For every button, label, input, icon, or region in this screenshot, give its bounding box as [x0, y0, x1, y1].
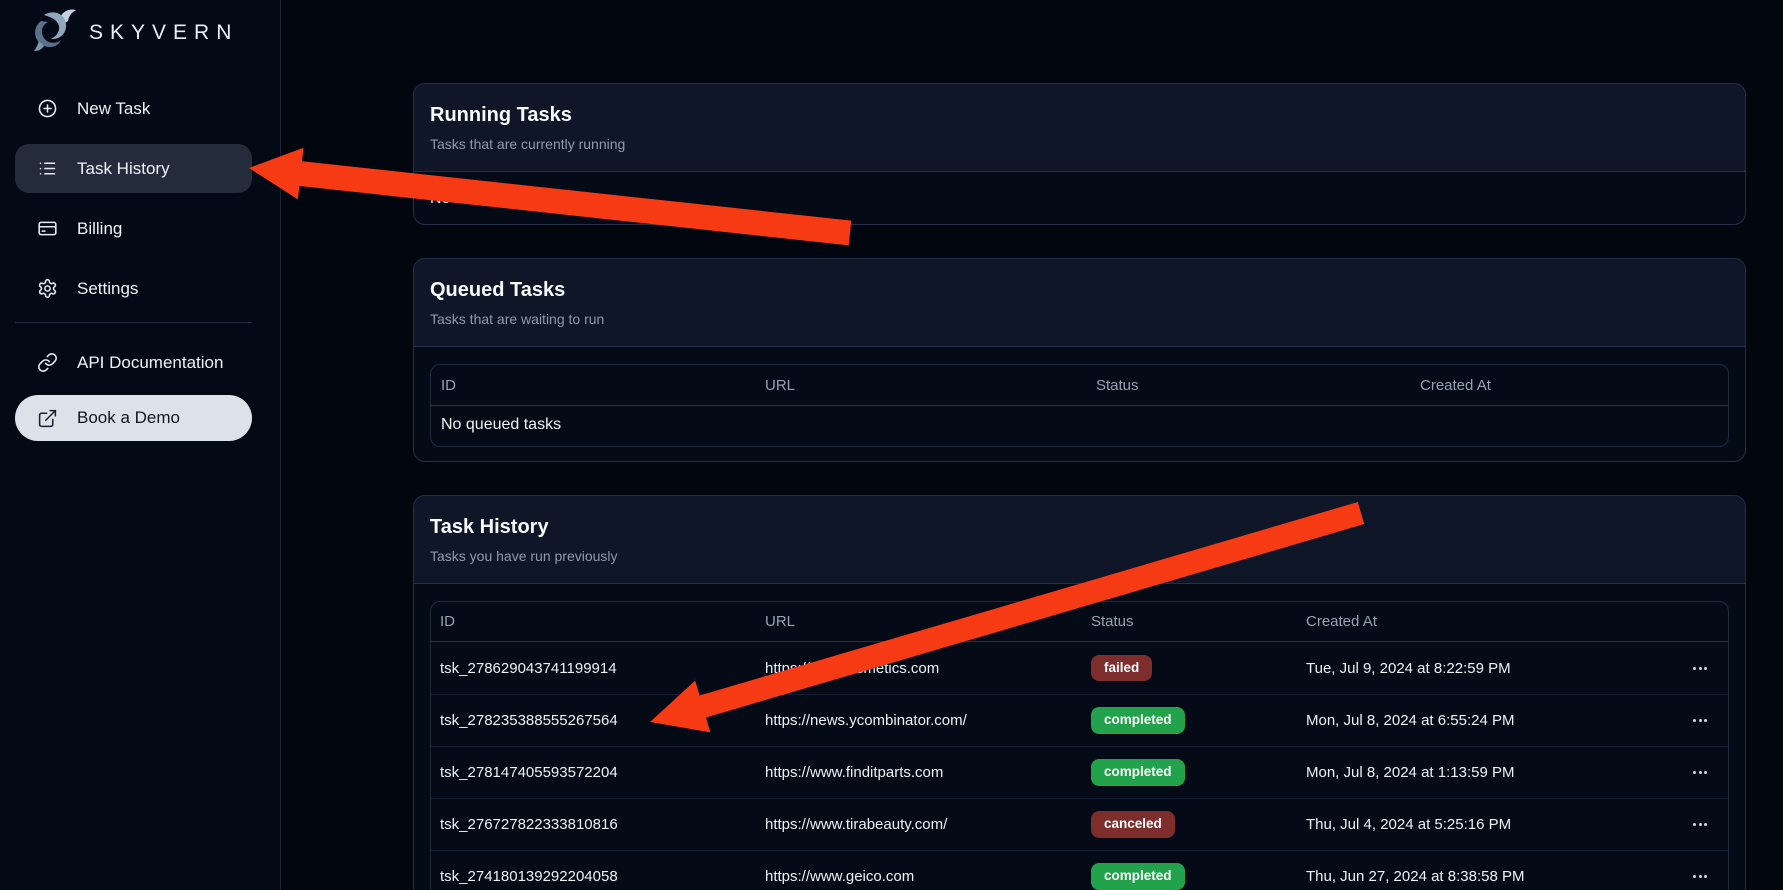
column-header-created-at: Created At: [1420, 377, 1718, 394]
column-header-url: URL: [765, 613, 1091, 630]
table-header-row: ID URL Status Created At: [431, 602, 1728, 642]
card-title: Running Tasks: [430, 104, 1729, 127]
sidebar-item-book-a-demo[interactable]: Book a Demo: [15, 395, 252, 441]
cell-url: https://www.geico.com: [765, 868, 1091, 885]
primary-nav: New Task Task History Billing Settings: [15, 84, 252, 313]
topbar: Star 5,434 Sk: [281, 0, 1783, 66]
column-header-id: ID: [441, 377, 765, 394]
status-badge: completed: [1091, 863, 1185, 890]
column-header-status: Status: [1096, 377, 1420, 394]
gear-icon: [37, 278, 58, 299]
cell-task-id: tsk_276727822333810816: [440, 816, 765, 833]
status-badge: canceled: [1091, 811, 1175, 838]
sidebar-item-label: New Task: [77, 99, 150, 119]
plus-circle-icon: [37, 98, 58, 119]
cell-task-id: tsk_274180139292204058: [440, 868, 765, 885]
running-tasks-empty-state: No running tasks: [414, 172, 1745, 225]
status-badge: failed: [1091, 655, 1152, 682]
sidebar-item-label: Settings: [77, 279, 138, 299]
sidebar-divider: [15, 322, 252, 323]
sidebar-item-label: Book a Demo: [77, 408, 180, 428]
running-tasks-header: Running Tasks Tasks that are currently r…: [414, 84, 1745, 172]
table-row[interactable]: tsk_278147405593572204https://www.findit…: [431, 746, 1728, 798]
task-history-card: Task History Tasks you have run previous…: [413, 495, 1746, 890]
skyvern-logo[interactable]: SKYVERN: [30, 6, 238, 59]
cell-created-at: Thu, Jul 4, 2024 at 5:25:16 PM: [1306, 816, 1669, 833]
sidebar-item-label: Task History: [77, 159, 170, 179]
row-actions-ellipsis-icon[interactable]: [1669, 667, 1719, 670]
column-header-created-at: Created At: [1306, 613, 1669, 630]
sidebar-item-task-history[interactable]: Task History: [15, 144, 252, 193]
status-badge: completed: [1091, 759, 1185, 786]
dragon-logo-icon: [30, 6, 78, 59]
sidebar-item-label: API Documentation: [77, 353, 223, 373]
sidebar-item-label: Billing: [77, 219, 122, 239]
column-header-id: ID: [440, 613, 765, 630]
cell-created-at: Tue, Jul 9, 2024 at 8:22:59 PM: [1306, 660, 1669, 677]
queued-tasks-table: ID URL Status Created At No queued tasks: [430, 364, 1729, 447]
cell-created-at: Mon, Jul 8, 2024 at 1:13:59 PM: [1306, 764, 1669, 781]
list-icon: [37, 158, 58, 179]
table-row[interactable]: tsk_278235388555267564https://news.ycomb…: [431, 694, 1728, 746]
column-header-status: Status: [1091, 613, 1306, 630]
sidebar-item-api-documentation[interactable]: API Documentation: [15, 338, 252, 387]
cell-url: https://news.ycombinator.com/: [765, 712, 1091, 729]
credit-card-icon: [37, 218, 58, 239]
cell-task-id: tsk_278235388555267564: [440, 712, 765, 729]
card-title: Task History: [430, 516, 1729, 539]
row-actions-ellipsis-icon[interactable]: [1669, 823, 1719, 826]
sidebar: SKYVERN New Task Task History Billing Se…: [0, 0, 281, 890]
running-tasks-card: Running Tasks Tasks that are currently r…: [413, 83, 1746, 225]
card-subtitle: Tasks that are waiting to run: [430, 311, 1729, 327]
task-history-header: Task History Tasks you have run previous…: [414, 496, 1745, 584]
cell-created-at: Mon, Jul 8, 2024 at 6:55:24 PM: [1306, 712, 1669, 729]
table-row[interactable]: tsk_278629043741199914https://tartecosme…: [431, 642, 1728, 694]
status-badge: completed: [1091, 707, 1185, 734]
secondary-nav: API Documentation Book a Demo: [15, 338, 252, 441]
column-header-url: URL: [765, 377, 1096, 394]
link-icon: [37, 352, 58, 373]
sidebar-item-billing[interactable]: Billing: [15, 204, 252, 253]
cell-url: https://www.finditparts.com: [765, 764, 1091, 781]
cell-created-at: Thu, Jun 27, 2024 at 8:38:58 PM: [1306, 868, 1669, 885]
cell-url: https://tartecosmetics.com: [765, 660, 1091, 677]
queued-tasks-header: Queued Tasks Tasks that are waiting to r…: [414, 259, 1745, 347]
task-history-table: ID URL Status Created At tsk_27862904374…: [430, 601, 1729, 890]
row-actions-ellipsis-icon[interactable]: [1669, 875, 1719, 878]
table-header-row: ID URL Status Created At: [431, 365, 1728, 406]
sidebar-item-settings[interactable]: Settings: [15, 264, 252, 313]
card-subtitle: Tasks you have run previously: [430, 548, 1729, 564]
external-link-icon: [37, 408, 58, 429]
cell-url: https://www.tirabeauty.com/: [765, 816, 1091, 833]
table-row[interactable]: tsk_276727822333810816https://www.tirabe…: [431, 798, 1728, 850]
skyvern-app: { "sidebar": { "brand": "SKYVERN", "nav"…: [0, 0, 1783, 890]
queued-tasks-card: Queued Tasks Tasks that are waiting to r…: [413, 258, 1746, 462]
brand-name: SKYVERN: [89, 21, 238, 45]
cell-task-id: tsk_278147405593572204: [440, 764, 765, 781]
sidebar-item-new-task[interactable]: New Task: [15, 84, 252, 133]
card-title: Queued Tasks: [430, 279, 1729, 302]
row-actions-ellipsis-icon[interactable]: [1669, 719, 1719, 722]
table-body: tsk_278629043741199914https://tartecosme…: [431, 642, 1728, 890]
row-actions-ellipsis-icon[interactable]: [1669, 771, 1719, 774]
cell-task-id: tsk_278629043741199914: [440, 660, 765, 677]
card-subtitle: Tasks that are currently running: [430, 136, 1729, 152]
table-row[interactable]: tsk_274180139292204058https://www.geico.…: [431, 850, 1728, 890]
queued-tasks-empty-state: No queued tasks: [431, 406, 1728, 446]
